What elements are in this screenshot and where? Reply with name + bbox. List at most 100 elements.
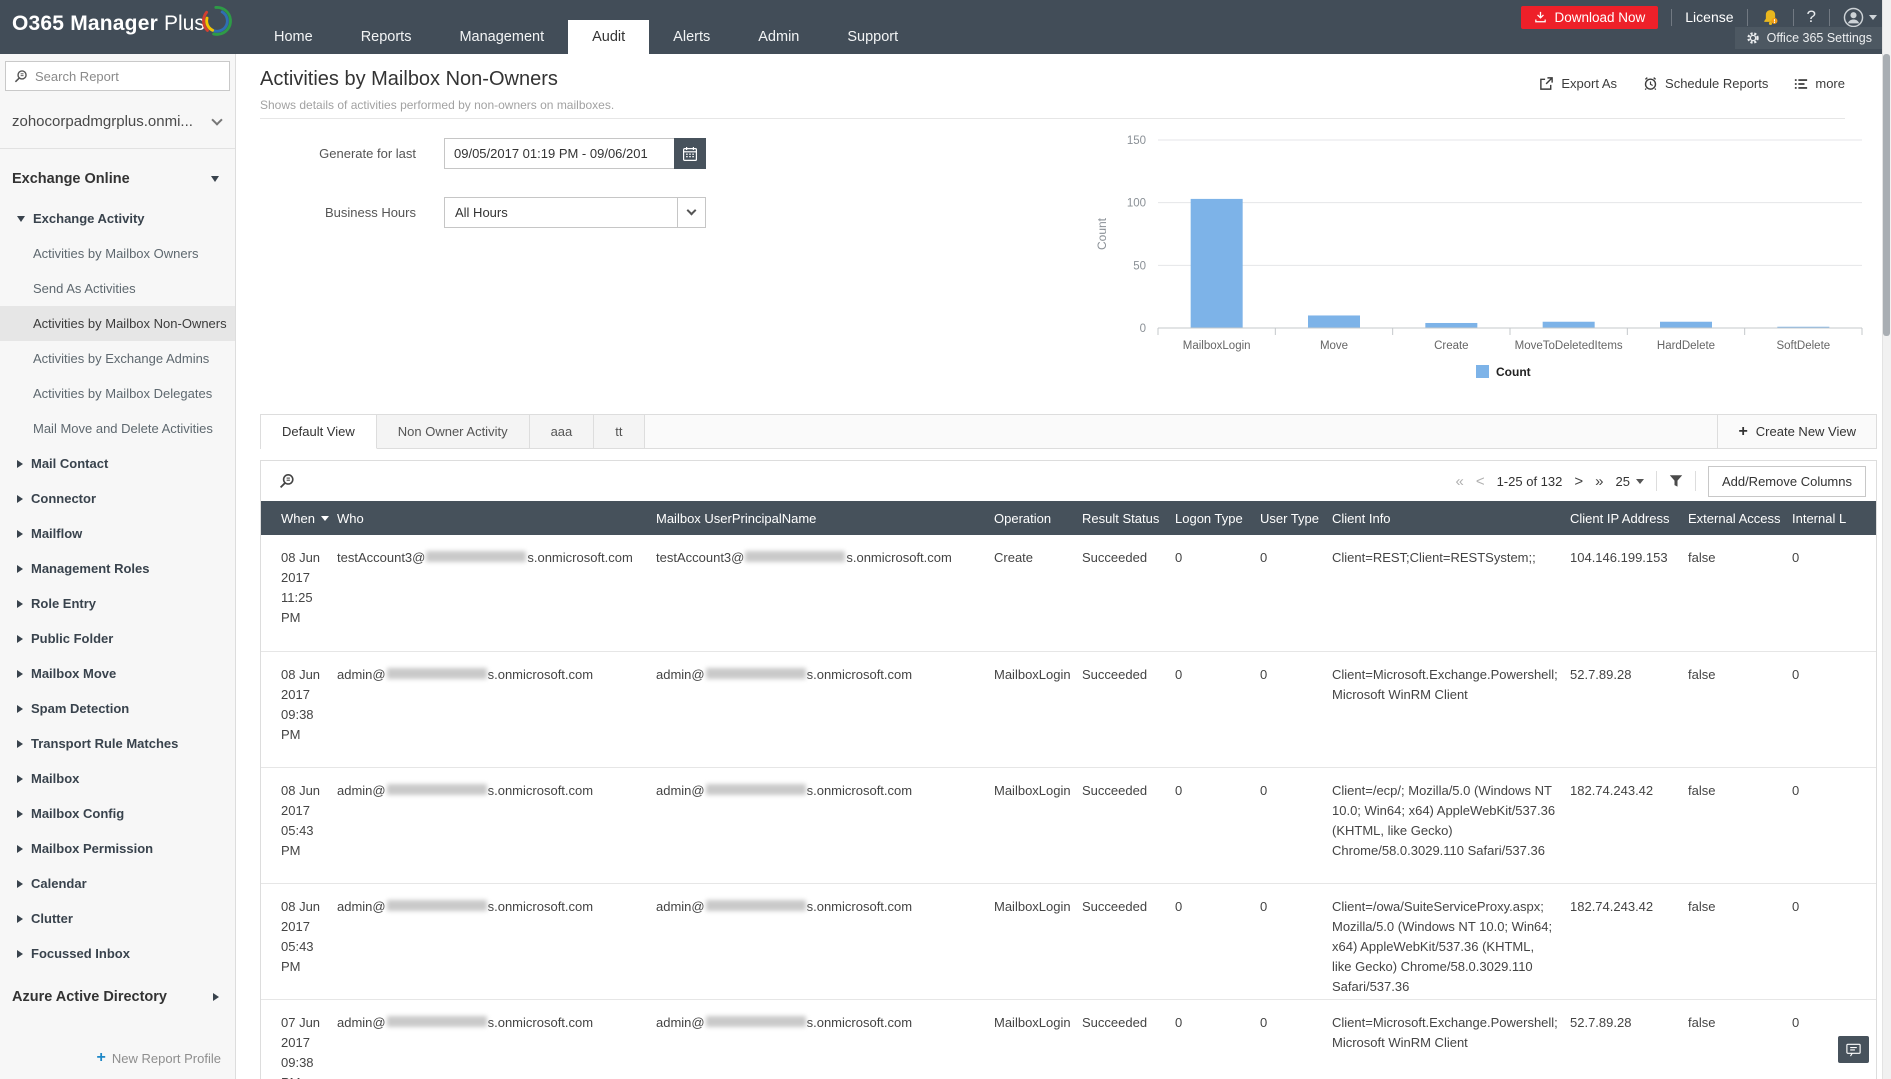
export-as-button[interactable]: Export As [1539, 76, 1617, 91]
download-now-button[interactable]: Download Now [1521, 5, 1659, 29]
column-header-user-type[interactable]: User Type [1260, 501, 1332, 535]
tree-group-mailflow[interactable]: Mailflow [0, 516, 235, 551]
more-button[interactable]: more [1794, 76, 1845, 91]
next-page-button[interactable]: > [1574, 474, 1583, 489]
tree-group-transport-rule-matches[interactable]: Transport Rule Matches [0, 726, 235, 761]
report-filters: Generate for last Business Hours All Hou… [236, 138, 756, 256]
select-dropdown-button[interactable] [677, 198, 705, 227]
main-nav: Home Reports Management Audit Alerts Adm… [250, 20, 922, 54]
scrollbar-thumb[interactable] [1883, 54, 1890, 336]
tree-item-activities-by-mailbox-non-owners[interactable]: Activities by Mailbox Non-Owners [0, 306, 235, 341]
nav-admin[interactable]: Admin [734, 20, 823, 54]
help-icon[interactable]: ? [1807, 7, 1816, 27]
column-header-logon-type[interactable]: Logon Type [1175, 501, 1260, 535]
triangle-right-icon [17, 739, 23, 748]
tree-group-public-folder[interactable]: Public Folder [0, 621, 235, 656]
tree-group-exchange-activity[interactable]: Exchange Activity [0, 201, 235, 236]
table-row[interactable]: 08 Jun 2017 09:38 PM admin@ s.onmicrosoft.c… [261, 651, 1876, 768]
notification-bell-icon[interactable] [1761, 8, 1780, 27]
tree-group-management-roles[interactable]: Management Roles [0, 551, 235, 586]
tenant-selector[interactable]: zohocorpadmgrplus.onmi... [0, 91, 235, 149]
tree-group-mail-contact[interactable]: Mail Contact [0, 446, 235, 481]
separator [1829, 8, 1830, 26]
nav-reports[interactable]: Reports [337, 20, 436, 54]
tree-item-mail-move-and-delete-activities[interactable]: Mail Move and Delete Activities [0, 411, 235, 446]
tab-non-owner-activity[interactable]: Non Owner Activity [376, 415, 530, 448]
tree-group-connector[interactable]: Connector [0, 481, 235, 516]
new-report-profile-button[interactable]: + New Report Profile [97, 1049, 221, 1067]
office365-settings-button[interactable]: Office 365 Settings [1734, 27, 1883, 49]
last-page-button[interactable]: » [1595, 474, 1603, 489]
tree-group-focussed-inbox[interactable]: Focussed Inbox [0, 936, 235, 971]
tree-group-mailbox[interactable]: Mailbox [0, 761, 235, 796]
report-search[interactable] [5, 61, 230, 91]
separator [1694, 471, 1696, 491]
tree-item-activities-by-mailbox-owners[interactable]: Activities by Mailbox Owners [0, 236, 235, 271]
sidebar: zohocorpadmgrplus.onmi... Exchange Onlin… [0, 54, 236, 1079]
report-actions: Export As Schedule Reports more [1539, 76, 1845, 91]
license-link[interactable]: License [1685, 9, 1733, 25]
tree-item-activities-by-mailbox-delegates[interactable]: Activities by Mailbox Delegates [0, 376, 235, 411]
nav-home[interactable]: Home [250, 20, 337, 54]
nav-alerts[interactable]: Alerts [649, 20, 734, 54]
column-header-client-ip[interactable]: Client IP Address [1570, 501, 1688, 535]
chevron-down-icon [1869, 14, 1877, 20]
table-row[interactable]: 07 Jun201709:38 PM admin@s.onmicrosoft.c… [261, 999, 1876, 1079]
first-page-button[interactable]: « [1455, 474, 1463, 489]
redacted-text [705, 783, 806, 795]
tree-group-spam-detection[interactable]: Spam Detection [0, 691, 235, 726]
column-header-result-status[interactable]: Result Status [1082, 501, 1175, 535]
separator [1792, 8, 1794, 26]
table-row[interactable]: 08 Jun 2017 05:43 PM admin@ s.onmicrosoft.c… [261, 767, 1876, 884]
tree-group-clutter[interactable]: Clutter [0, 901, 235, 936]
date-range-input[interactable] [444, 138, 674, 169]
section-exchange-online[interactable]: Exchange Online [0, 149, 235, 201]
schedule-reports-button[interactable]: Schedule Reports [1643, 76, 1768, 91]
redacted-text [705, 1015, 806, 1027]
nav-management[interactable]: Management [435, 20, 568, 54]
column-header-mailbox-upn[interactable]: Mailbox UserPrincipalName [656, 501, 994, 535]
tree-group-role-entry[interactable]: Role Entry [0, 586, 235, 621]
add-remove-columns-button[interactable]: Add/Remove Columns [1707, 465, 1866, 497]
column-header-client-info[interactable]: Client Info [1332, 501, 1570, 535]
app-logo: O365 Manager Plus [12, 5, 235, 38]
page-size-select[interactable]: 25 [1615, 474, 1644, 489]
create-new-view-button[interactable]: + Create New View [1717, 415, 1876, 448]
tree-group-mailbox-permission[interactable]: Mailbox Permission [0, 831, 235, 866]
nav-audit[interactable]: Audit [568, 20, 650, 54]
feedback-chat-button[interactable] [1838, 1036, 1869, 1063]
svg-text:Count: Count [1496, 365, 1531, 379]
column-header-internal-logon[interactable]: Internal L [1792, 501, 1876, 535]
redacted-text [705, 899, 806, 911]
export-icon [1539, 76, 1554, 91]
column-header-when[interactable]: When [261, 501, 337, 535]
calendar-button[interactable] [674, 138, 706, 169]
triangle-right-icon [17, 634, 23, 643]
user-avatar-icon [1843, 7, 1864, 28]
prev-page-button[interactable]: < [1476, 474, 1485, 489]
redacted-text [386, 899, 487, 911]
tab-tt[interactable]: tt [594, 415, 645, 448]
nav-support[interactable]: Support [823, 20, 922, 54]
column-header-external-access[interactable]: External Access [1688, 501, 1792, 535]
filter-funnel-icon[interactable] [1669, 474, 1683, 488]
triangle-right-icon [17, 949, 23, 958]
business-hours-select[interactable]: All Hours [444, 197, 706, 228]
table-row[interactable]: 08 Jun 2017 05:43 PM admin@ s.onmicrosoft.c… [261, 883, 1876, 1000]
window-scrollbar[interactable] [1882, 0, 1891, 1079]
tab-aaa[interactable]: aaa [529, 415, 595, 448]
user-account-menu[interactable] [1843, 7, 1877, 28]
tree-item-activities-by-exchange-admins[interactable]: Activities by Exchange Admins [0, 341, 235, 376]
tree-group-calendar[interactable]: Calendar [0, 866, 235, 901]
table-row[interactable]: 08 Jun 2017 11:25 PM testAccount3@ s.onmicr… [261, 535, 1876, 652]
search-report-input[interactable] [35, 68, 221, 84]
tree-group-mailbox-config[interactable]: Mailbox Config [0, 796, 235, 831]
tab-default-view[interactable]: Default View [261, 415, 377, 449]
section-azure-active-directory[interactable]: Azure Active Directory [0, 971, 235, 1005]
search-results-icon[interactable] [279, 473, 295, 489]
tree-item-send-as-activities[interactable]: Send As Activities [0, 271, 235, 306]
column-header-who[interactable]: Who [337, 501, 656, 535]
tree-group-mailbox-move[interactable]: Mailbox Move [0, 656, 235, 691]
triangle-right-icon [17, 879, 23, 888]
column-header-operation[interactable]: Operation [994, 501, 1082, 535]
